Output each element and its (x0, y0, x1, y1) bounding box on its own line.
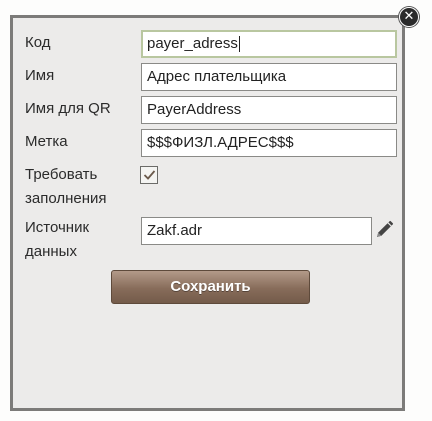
pencil-icon-svg (377, 220, 394, 237)
name-field[interactable]: Адрес плательщика (141, 63, 397, 91)
source-field[interactable]: Zakf.adr (141, 217, 372, 245)
required-label-line1: Требовать (25, 166, 98, 183)
qr-name-field[interactable]: PayerAddress (141, 96, 397, 124)
pencil-icon[interactable] (374, 220, 394, 240)
code-label: Код (25, 34, 51, 51)
qr-name-label: Имя для QR (25, 100, 111, 117)
source-label-line1: Источник (25, 219, 90, 236)
code-field-value: payer_adress (147, 35, 238, 52)
source-label-line2: данных (25, 243, 77, 260)
required-label-line2: заполнения (25, 190, 107, 207)
mark-field[interactable]: $$$ФИЗЛ.АДРЕС$$$ (141, 129, 397, 157)
required-checkbox[interactable] (140, 166, 158, 184)
close-icon[interactable]: ✕ (399, 7, 419, 27)
text-caret (238, 36, 240, 53)
mark-label: Метка (25, 133, 68, 150)
name-label: Имя (25, 67, 55, 84)
checkmark-icon (143, 170, 156, 180)
save-button[interactable]: Сохранить (111, 270, 310, 304)
code-field[interactable]: payer_adress (141, 30, 397, 58)
